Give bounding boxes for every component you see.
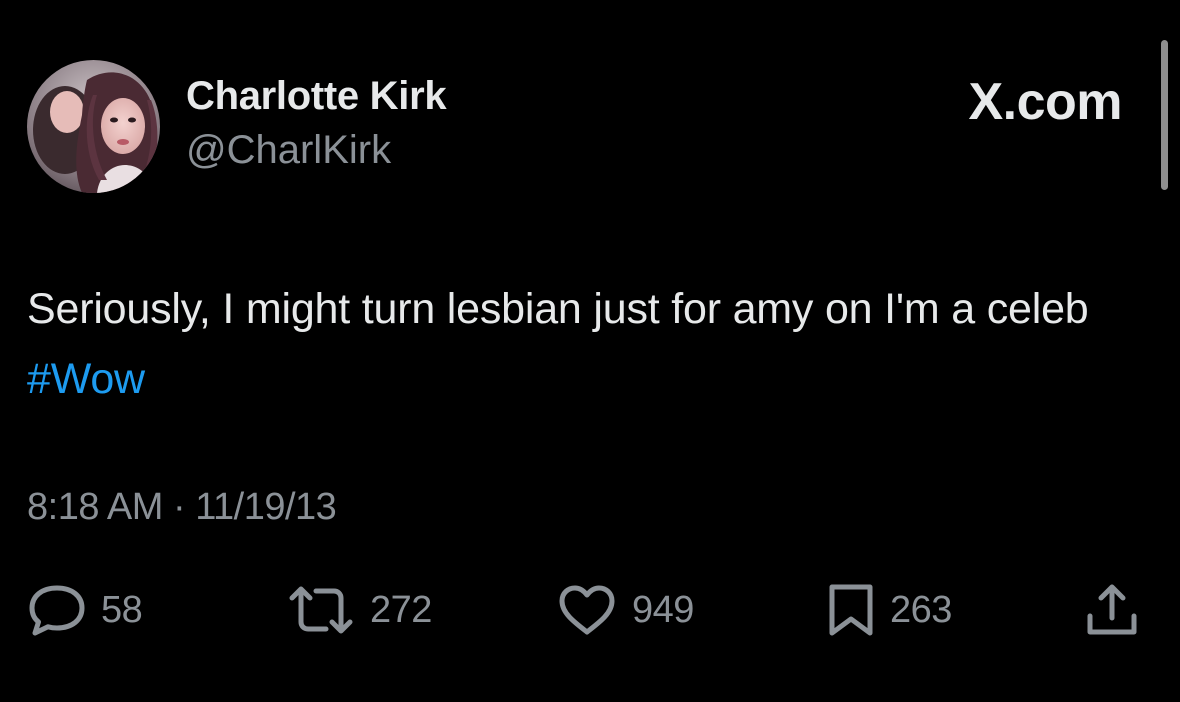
scrollbar[interactable] bbox=[1161, 40, 1168, 190]
tweet-body: Seriously, I might turn lesbian just for… bbox=[27, 285, 1089, 333]
bookmark-button[interactable]: 263 bbox=[826, 582, 952, 638]
like-button[interactable]: 949 bbox=[556, 582, 694, 638]
reply-count: 58 bbox=[101, 588, 143, 631]
reply-button[interactable]: 58 bbox=[27, 582, 143, 638]
hashtag-link[interactable]: #Wow bbox=[27, 355, 145, 403]
user-handle[interactable]: @CharlKirk bbox=[186, 128, 391, 173]
like-icon bbox=[556, 582, 618, 638]
avatar[interactable] bbox=[27, 60, 160, 193]
bookmark-icon bbox=[826, 582, 876, 638]
share-icon bbox=[1082, 582, 1142, 638]
like-count: 949 bbox=[632, 588, 694, 631]
repost-count: 272 bbox=[370, 588, 432, 631]
tweet-text: Seriously, I might turn lesbian just for… bbox=[27, 274, 1137, 414]
repost-button[interactable]: 272 bbox=[286, 582, 432, 638]
tweet-timestamp[interactable]: 8:18 AM · 11/19/13 bbox=[27, 486, 337, 529]
display-name[interactable]: Charlotte Kirk bbox=[186, 74, 447, 119]
share-button[interactable] bbox=[1082, 582, 1142, 638]
avatar-image bbox=[27, 60, 160, 193]
x-logo: X.com bbox=[968, 73, 1122, 131]
repost-icon bbox=[286, 582, 356, 638]
reply-icon bbox=[27, 582, 87, 638]
bookmark-count: 263 bbox=[890, 588, 952, 631]
